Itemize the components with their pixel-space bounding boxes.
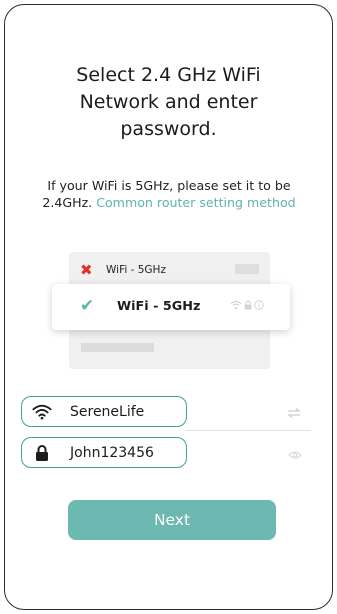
selected-network-label: WiFi - 5GHz: [117, 299, 201, 314]
wifi-icon: [32, 402, 52, 422]
info-icon: [254, 300, 264, 310]
lock-icon: [32, 443, 52, 463]
next-button[interactable]: Next: [68, 500, 276, 540]
ssid-field[interactable]: SereneLife: [21, 396, 187, 427]
password-value: John123456: [70, 444, 154, 461]
x-icon: ✖: [80, 261, 93, 279]
lock-small-icon: [244, 300, 252, 310]
eye-icon[interactable]: [288, 448, 302, 462]
ssid-value: SereneLife: [70, 403, 145, 420]
password-field[interactable]: John123456: [21, 437, 187, 468]
page-title: Select 2.4 GHz WiFi Network and enter pa…: [0, 62, 337, 143]
wrong-network-label: WiFi - 5GHz: [106, 264, 166, 276]
placeholder-bar: [81, 343, 154, 352]
router-setting-link[interactable]: Common router setting method: [96, 195, 295, 210]
title-line-1: Select 2.4 GHz WiFi: [76, 64, 261, 86]
check-icon: ✔: [80, 296, 95, 316]
title-line-2: Network and enter: [79, 91, 258, 113]
title-line-3: password.: [120, 118, 217, 140]
swap-icon[interactable]: [287, 406, 301, 420]
network-status-icons: [230, 300, 264, 310]
wrong-network-row: ✖ WiFi - 5GHz: [78, 260, 166, 280]
ssid-underline: [186, 430, 311, 431]
wifi-signal-icon: [230, 300, 242, 310]
wrong-network-indicator: [235, 264, 259, 274]
instruction-text: If your WiFi is 5GHz, please set it to b…: [24, 178, 314, 211]
